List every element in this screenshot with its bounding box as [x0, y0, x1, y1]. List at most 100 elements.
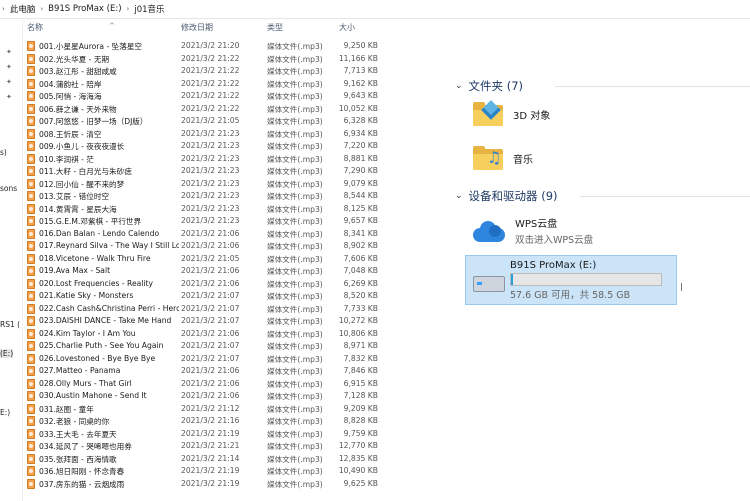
pin-icon: ✦ [6, 63, 12, 71]
file-row[interactable]: 015.G.E.M.邓紫棋 - 平行世界 2021/3/2 21:23 媒体文件(.… [22, 215, 382, 228]
file-row[interactable]: 002.光头华夏 - 无期 2021/3/2 21:22 媒体文件(.mp3) 11,… [22, 53, 382, 66]
file-row[interactable]: 007.阿悠悠 - 旧梦一场（DJ版） 2021/3/2 21:05 媒体文件(.m… [22, 115, 382, 128]
file-name: 025.Charlie Puth - See You Again [39, 341, 164, 350]
file-row[interactable]: 030.Austin Mahone - Send It 2021/3/2 21:0… [22, 390, 382, 403]
devices-section-title: 设备和驱动器 (9) [468, 189, 558, 203]
file-row[interactable]: 017.Reynard Silva - The Way I Still Love… [22, 240, 382, 253]
file-size: 7,713 KB [343, 66, 378, 75]
file-name: 012.回小仙 - 醒不来的梦 [39, 179, 125, 189]
nav-item-fragment[interactable]: s) [0, 148, 7, 157]
sort-up-icon: ^ [109, 22, 115, 30]
chevron-right-icon: › [40, 5, 44, 13]
file-size: 6,934 KB [343, 128, 378, 138]
file-name: 035.张拜面 - 西海情歌 [39, 454, 117, 464]
file-row[interactable]: 027.Matteo - Panama 2021/3/2 21:06 媒体文件(.m… [22, 365, 382, 378]
file-size: 9,209 KB [343, 403, 378, 413]
mp3-file-icon [27, 328, 35, 339]
mp3-file-icon [27, 78, 35, 89]
file-row[interactable]: 024.Kim Taylor - I Am You 2021/3/2 21:06 媒… [22, 328, 382, 341]
column-header-size[interactable]: 大小 [339, 22, 355, 33]
file-row[interactable]: 032.老狼 - 同桌的你 2021/3/2 21:16 媒体文件(.mp3) 8,8… [22, 415, 382, 428]
folder-3d-objects[interactable]: 3D 对象 [473, 100, 550, 126]
mp3-file-icon [27, 316, 35, 326]
file-row[interactable]: 012.回小仙 - 醒不来的梦 2021/3/2 21:23 媒体文件(.mp3) 9… [22, 178, 382, 191]
file-name: 023.DAISHI DANCE - Take Me Hand [39, 316, 172, 325]
file-row[interactable]: 011.大籽 - 白月光与朱砂痣 2021/3/2 21:23 媒体文件(.mp3)… [22, 165, 382, 178]
wps-cloud-drive[interactable]: WPS云盘 双击进入WPS云盘 [473, 215, 593, 246]
file-row[interactable]: 006.薛之谦 - 天外来物 2021/3/2 21:22 媒体文件(.mp3) 10… [22, 103, 382, 116]
file-name: 010.李润祺 - 茫 [39, 154, 94, 164]
file-row[interactable]: 026.Lovestoned - Bye Bye Bye 2021/3/2 21:… [22, 353, 382, 366]
breadcrumb-folder[interactable]: j01音乐 [131, 3, 167, 15]
nav-item-fragment[interactable]: sons [0, 184, 17, 193]
file-size: 8,881 KB [343, 153, 378, 163]
file-date: 2021/3/2 21:22 [181, 66, 240, 75]
nav-item-fragment[interactable]: RS1 ( [0, 320, 20, 329]
file-row[interactable]: 001.小星星Aurora - 坠落星空 2021/3/2 21:20 媒体文件(.… [22, 40, 382, 53]
file-name: 026.Lovestoned - Bye Bye Bye [39, 353, 156, 363]
file-row[interactable]: 035.张拜面 - 西海情歌 2021/3/2 21:14 媒体文件(.mp3) 12… [22, 453, 382, 466]
file-type: 媒体文件(.mp3) [267, 404, 323, 414]
mp3-file-icon [27, 128, 35, 139]
mp3-file-icon [27, 228, 35, 239]
column-header-name[interactable]: 名称 [27, 22, 43, 33]
file-row[interactable]: 025.Charlie Puth - See You Again 2021/3/2… [22, 340, 382, 353]
file-row[interactable]: 019.Ava Max - Salt 2021/3/2 21:06 媒体文件(.mp… [22, 265, 382, 278]
file-row[interactable]: 008.王忻辰 - 清空 2021/3/2 21:23 媒体文件(.mp3) 6,93… [22, 128, 382, 141]
file-date: 2021/3/2 21:22 [181, 53, 240, 63]
file-date: 2021/3/2 21:07 [181, 316, 240, 325]
3d-objects-folder-icon [473, 100, 503, 126]
file-size: 12,835 KB [338, 453, 378, 463]
mp3-file-icon [27, 453, 35, 464]
file-type: 媒体文件(.mp3) [267, 92, 323, 101]
file-row[interactable]: 023.DAISHI DANCE - Take Me Hand 2021/3/2 … [22, 315, 382, 328]
column-header-date[interactable]: 修改日期 [181, 22, 213, 33]
file-type: 媒体文件(.mp3) [267, 379, 323, 389]
file-date: 2021/3/2 21:06 [181, 391, 240, 400]
file-name: 007.阿悠悠 - 旧梦一场（DJ版） [39, 117, 148, 126]
breadcrumb-this-pc[interactable]: 此电脑 [7, 3, 39, 15]
file-size: 8,341 KB [343, 228, 378, 238]
file-row[interactable]: 014.黄霄霄 - 星辰大海 2021/3/2 21:23 媒体文件(.mp3) 8,… [22, 203, 382, 216]
file-row[interactable]: 021.Katie Sky - Monsters 2021/3/2 21:07 媒体… [22, 290, 382, 303]
file-row[interactable]: 004.蒲韵社 - 陪岸 2021/3/2 21:22 媒体文件(.mp3) 9,16… [22, 78, 382, 91]
file-row[interactable]: 013.艾辰 - 错位时空 2021/3/2 21:23 媒体文件(.mp3) 8,5… [22, 190, 382, 203]
nav-item-drive-selected[interactable]: (E:) [0, 349, 14, 358]
file-row[interactable]: 018.Vicetone - Walk Thru Fire 2021/3/2 21… [22, 253, 382, 266]
file-name: 014.黄霄霄 - 星辰大海 [39, 204, 117, 214]
devices-section-header[interactable]: ⌄ 设备和驱动器 (9) [455, 188, 750, 204]
column-headers: ^ 名称 修改日期 类型 大小 [22, 22, 382, 36]
file-size: 7,606 KB [343, 253, 378, 263]
file-date: 2021/3/2 21:23 [181, 141, 240, 150]
file-row[interactable]: 036.旭日阳刚 - 怀念青春 2021/3/2 21:19 媒体文件(.mp3) 1… [22, 465, 382, 478]
file-type: 媒体文件(.mp3) [267, 342, 323, 351]
file-row[interactable]: 010.李润祺 - 茫 2021/3/2 21:23 媒体文件(.mp3) 8,881… [22, 153, 382, 166]
folders-section-header[interactable]: ⌄ 文件夹 (7) [455, 78, 750, 94]
file-row[interactable]: 028.Olly Murs - That Girl 2021/3/2 21:06 媒… [22, 378, 382, 391]
column-header-type[interactable]: 类型 [267, 22, 283, 33]
mp3-file-icon [27, 203, 35, 214]
file-size: 7,733 KB [343, 303, 378, 313]
file-row[interactable]: 003.赵江彤 - 甜甜咸咸 2021/3/2 21:22 媒体文件(.mp3) 7,… [22, 65, 382, 78]
file-date: 2021/3/2 21:06 [181, 241, 240, 250]
file-row[interactable]: 037.房东的猫 - 云烟成雨 2021/3/2 21:19 媒体文件(.mp3) 9… [22, 478, 382, 491]
file-row[interactable]: 009.小鱼儿 - 夜夜夜漫长 2021/3/2 21:23 媒体文件(.mp3) 7… [22, 140, 382, 153]
nav-item-fragment[interactable]: E:) [0, 408, 10, 417]
mp3-file-icon [27, 378, 35, 389]
file-row[interactable]: 016.Dan Balan - Lendo Calendo 2021/3/2 21… [22, 228, 382, 241]
folder-music[interactable]: ♫ 音乐 [473, 146, 533, 170]
file-name: 020.Lost Frequencies - Reality [39, 278, 153, 288]
breadcrumb-drive[interactable]: B91S ProMax (E:) [45, 4, 124, 14]
file-row[interactable]: 020.Lost Frequencies - Reality 2021/3/2 2… [22, 278, 382, 291]
file-row[interactable]: 005.阿悄 - 海海海 2021/3/2 21:22 媒体文件(.mp3) 9,64… [22, 90, 382, 103]
file-row[interactable]: 022.Cash Cash&Christina Perri - Hero 2021… [22, 303, 382, 316]
file-row[interactable]: 034.延风了 - 哭唏嗯也用券 2021/3/2 21:21 媒体文件(.mp3)… [22, 440, 382, 453]
drive-item-selected[interactable]: B91S ProMax (E:) 57.6 GB 可用，共 58.5 GB | [465, 255, 683, 305]
file-row[interactable]: 031.赵圈 - 童年 2021/3/2 21:12 媒体文件(.mp3) 9,209… [22, 403, 382, 416]
scroll-marker: | [680, 282, 683, 291]
file-name: 028.Olly Murs - That Girl [39, 378, 132, 388]
file-size: 10,806 KB [338, 328, 378, 338]
file-date: 2021/3/2 21:16 [181, 416, 240, 425]
file-row[interactable]: 033.王大毛 - 去年夏天 2021/3/2 21:19 媒体文件(.mp3) 9,… [22, 428, 382, 441]
file-date: 2021/3/2 21:06 [181, 266, 240, 275]
